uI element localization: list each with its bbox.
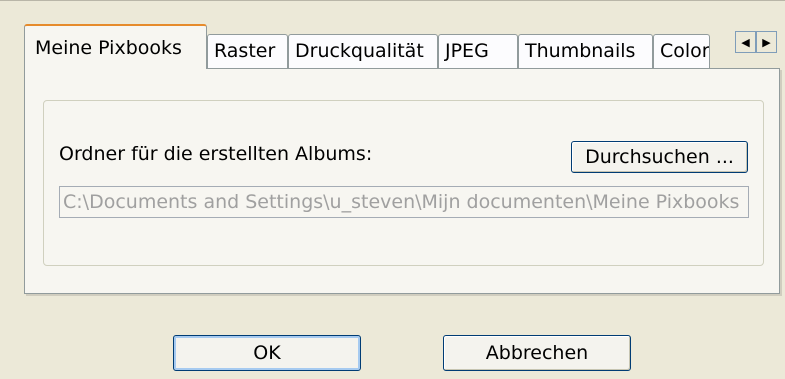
tab-druckqualitaet[interactable]: Druckqualität xyxy=(288,34,438,68)
cancel-button[interactable]: Abbrechen xyxy=(443,335,631,371)
tab-raster[interactable]: Raster xyxy=(207,34,288,68)
arrow-left-icon[interactable]: ◀ xyxy=(735,31,756,53)
folder-groupbox xyxy=(43,100,764,266)
folder-label: Ordner für die erstellten Albums: xyxy=(59,143,373,165)
tab-thumbnails[interactable]: Thumbnails xyxy=(518,34,653,68)
arrow-right-icon[interactable]: ▶ xyxy=(756,31,777,53)
tab-jpeg[interactable]: JPEG xyxy=(438,34,518,68)
top-divider xyxy=(0,0,785,1)
browse-button[interactable]: Durchsuchen ... xyxy=(571,141,748,173)
ok-button[interactable]: OK xyxy=(173,335,361,371)
folder-path-input[interactable]: C:\Documents and Settings\u_steven\Mijn … xyxy=(59,186,749,218)
tab-color[interactable]: Color xyxy=(653,34,710,68)
tab-meine-pixbooks[interactable]: Meine Pixbooks xyxy=(24,24,207,69)
